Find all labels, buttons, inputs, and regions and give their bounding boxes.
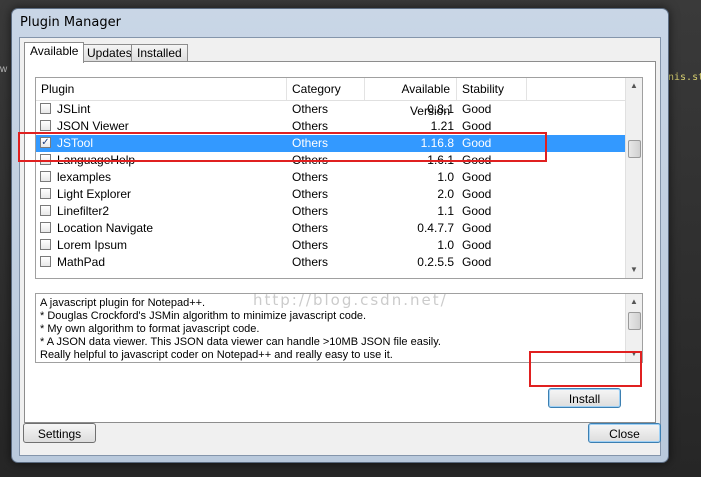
tab-updates[interactable]: Updates (81, 44, 138, 62)
column-header-plugin[interactable]: Plugin (36, 78, 287, 100)
desc-scroll-up-arrow-icon[interactable]: ▲ (626, 294, 642, 310)
plugin-checkbox[interactable] (40, 171, 51, 182)
plugin-name: LanguageHelp (57, 153, 136, 167)
plugin-checkbox[interactable] (40, 205, 51, 216)
plugin-stability: Good (462, 170, 492, 184)
plugin-row[interactable]: Lorem Ipsum Others 1.0 Good (36, 237, 626, 254)
plugin-category: Others (292, 204, 329, 218)
plugin-manager-window: Plugin Manager Available Updates Install… (11, 8, 669, 463)
plugin-checkbox[interactable] (40, 154, 51, 165)
description-line: * A JSON data viewer. This JSON data vie… (40, 336, 441, 348)
plugin-row[interactable]: Linefilter2 Others 1.1 Good (36, 203, 626, 220)
plugin-list[interactable]: Plugin Category Available Version Stabil… (35, 77, 643, 279)
plugin-stability: Good (462, 221, 492, 235)
window-title: Plugin Manager (20, 15, 121, 30)
plugin-row[interactable]: JSON Viewer Others 1.21 Good (36, 118, 626, 135)
list-header: Plugin Category Available Version Stabil… (36, 78, 626, 118)
plugin-version: 1.21 (430, 119, 454, 133)
column-header-version[interactable]: Available Version (365, 78, 457, 118)
plugin-name: MathPad (57, 255, 106, 269)
plugin-category: Others (292, 221, 329, 235)
plugin-stability: Good (462, 153, 492, 167)
plugin-stability: Good (462, 238, 492, 252)
plugin-stability: Good (462, 204, 492, 218)
scroll-thumb[interactable] (628, 140, 641, 158)
plugin-name: Light Explorer (57, 187, 132, 201)
desc-scroll-thumb[interactable] (628, 312, 641, 330)
plugin-version: 2.0 (437, 187, 454, 201)
plugin-checkbox[interactable] (40, 222, 51, 233)
description-line: * My own algorithm to format javascript … (40, 323, 260, 335)
plugin-row[interactable]: JSLint Others 0.8.1 Good (36, 101, 626, 118)
plugin-category: Others (292, 136, 329, 150)
dialog-client-area: Available Updates Installed Plugin Categ… (19, 37, 661, 456)
plugin-row[interactable]: Location Navigate Others 0.4.7.7 Good (36, 220, 626, 237)
plugin-name: JSLint (57, 102, 91, 116)
background-text-right: nis.st (668, 72, 701, 83)
plugin-category: Others (292, 119, 329, 133)
plugin-checkbox[interactable] (40, 239, 51, 250)
plugin-category: Others (292, 255, 329, 269)
plugin-row[interactable]: Light Explorer Others 2.0 Good (36, 186, 626, 203)
plugin-name: Linefilter2 (57, 204, 110, 218)
plugin-version: 1.16.8 (420, 136, 454, 150)
tab-installed[interactable]: Installed (131, 44, 188, 62)
plugin-version: 1.1 (437, 204, 454, 218)
plugin-checkbox[interactable] (40, 120, 51, 131)
scroll-down-arrow-icon[interactable]: ▼ (626, 262, 642, 278)
plugin-stability: Good (462, 136, 492, 150)
plugin-checkbox[interactable] (40, 256, 51, 267)
plugin-version: 0.4.7.7 (417, 221, 454, 235)
plugin-version: 0.8.1 (427, 102, 454, 116)
plugin-name: lexamples (57, 170, 112, 184)
plugin-category: Others (292, 187, 329, 201)
plugin-category: Others (292, 102, 329, 116)
plugin-category: Others (292, 238, 329, 252)
description-scrollbar[interactable]: ▲ ▼ (625, 294, 642, 362)
plugin-name: JSON Viewer (57, 119, 129, 133)
plugin-row[interactable]: lexamples Others 1.0 Good (36, 169, 626, 186)
plugin-checkbox[interactable] (40, 103, 51, 114)
column-header-category[interactable]: Category (287, 78, 365, 100)
description-line: Really helpful to javascript coder on No… (40, 349, 393, 361)
description-line: A javascript plugin for Notepad++. (40, 297, 206, 309)
plugin-version: 1.6.1 (427, 153, 454, 167)
plugin-rows: JSLint Others 0.8.1 Good JSON Viewer Others 1.… (36, 101, 626, 271)
plugin-name: Lorem Ipsum (57, 238, 128, 252)
plugin-category: Others (292, 170, 329, 184)
plugin-checkbox[interactable] (40, 188, 51, 199)
plugin-stability: Good (462, 119, 492, 133)
plugin-description: ▲ ▼ A javascript plugin for Notepad++. *… (35, 293, 643, 363)
desc-scroll-down-arrow-icon[interactable]: ▼ (626, 346, 642, 362)
column-header-stability[interactable]: Stability (457, 78, 527, 100)
plugin-row[interactable]: LanguageHelp Others 1.6.1 Good (36, 152, 626, 169)
close-button[interactable]: Close (588, 423, 661, 443)
scroll-up-arrow-icon[interactable]: ▲ (626, 78, 642, 94)
plugin-name: Location Navigate (57, 221, 154, 235)
plugin-version: 1.0 (437, 170, 454, 184)
settings-button[interactable]: Settings (23, 423, 96, 443)
tab-available[interactable]: Available (24, 42, 85, 63)
available-tab-panel: Plugin Category Available Version Stabil… (24, 61, 656, 423)
description-line: * Douglas Crockford's JSMin algorithm to… (40, 310, 367, 322)
plugin-row[interactable]: ✓ JSTool Others 1.16.8 Good (36, 135, 626, 152)
plugin-stability: Good (462, 255, 492, 269)
plugin-version: 0.2.5.5 (417, 255, 454, 269)
plugin-list-scrollbar[interactable]: ▲ ▼ (625, 78, 642, 278)
plugin-row[interactable]: MathPad Others 0.2.5.5 Good (36, 254, 626, 271)
plugin-version: 1.0 (437, 238, 454, 252)
plugin-stability: Good (462, 102, 492, 116)
install-button[interactable]: Install (548, 388, 621, 408)
plugin-checkbox[interactable]: ✓ (40, 137, 51, 148)
plugin-category: Others (292, 153, 329, 167)
plugin-name: JSTool (57, 136, 94, 150)
plugin-stability: Good (462, 187, 492, 201)
